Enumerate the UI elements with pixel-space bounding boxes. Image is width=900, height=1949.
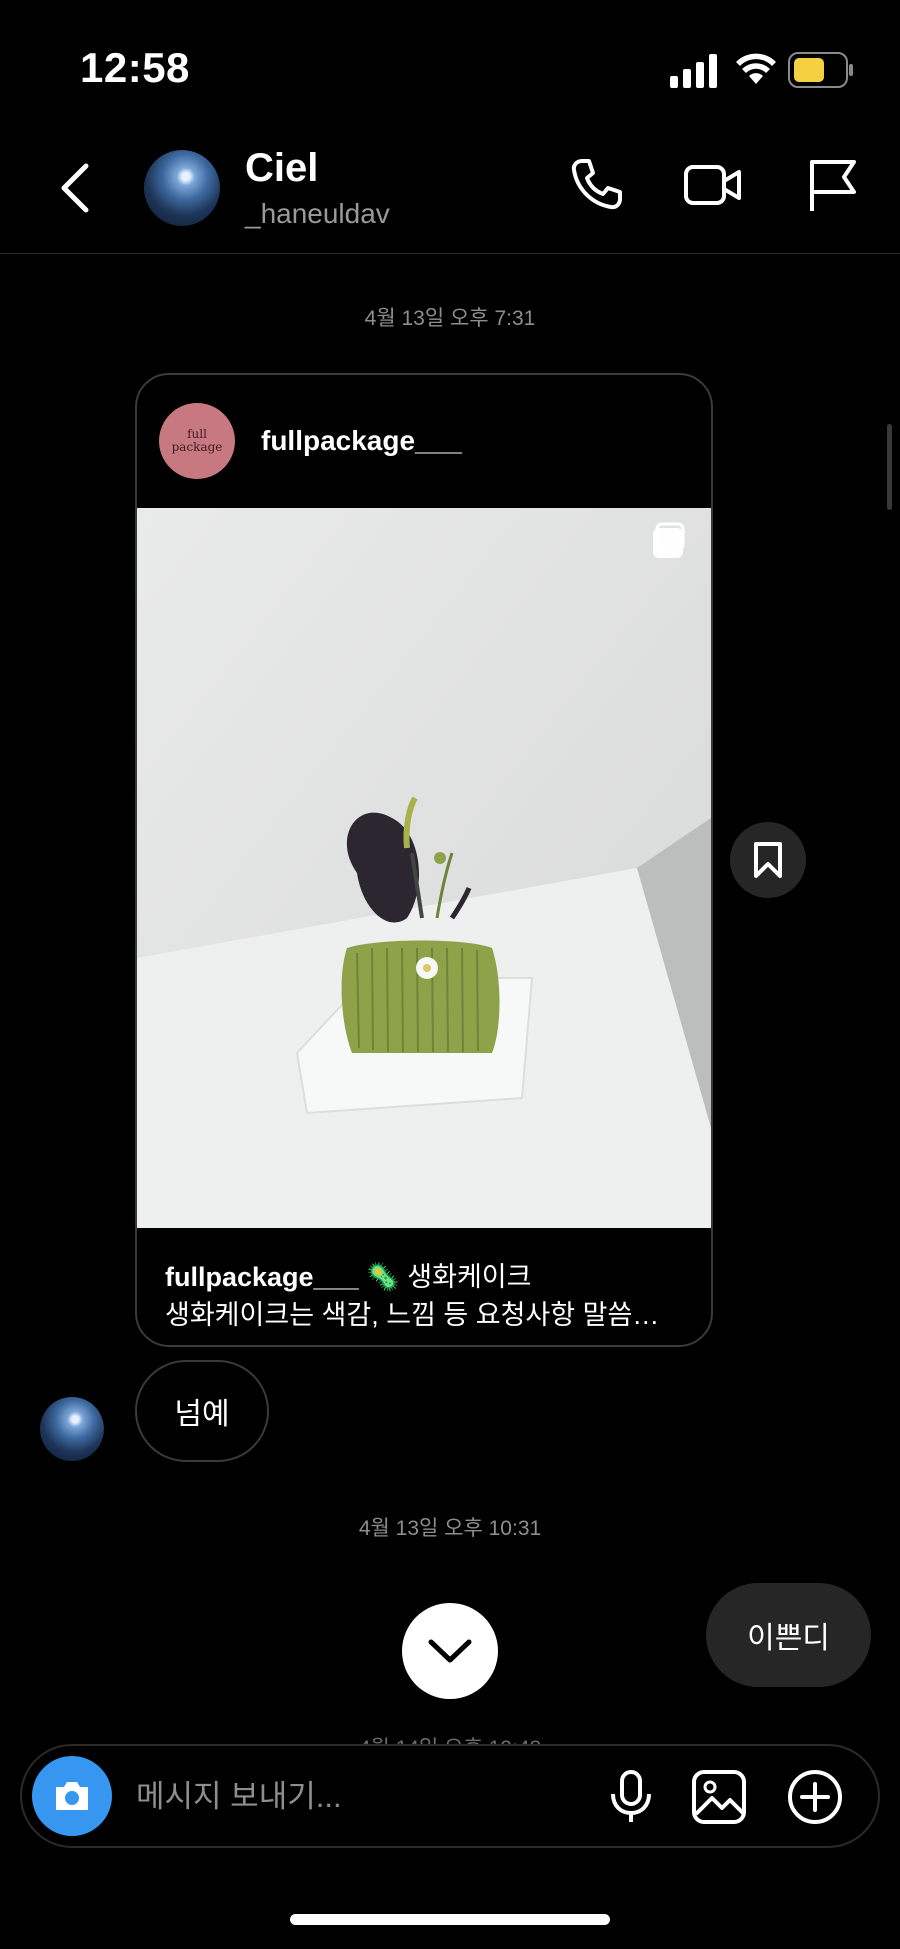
post-image[interactable] [137,508,711,1228]
contact-username[interactable]: _haneuldav [245,198,390,230]
scroll-to-bottom-button[interactable] [402,1603,498,1699]
bookmark-icon [754,842,782,878]
post-author-username[interactable]: fullpackage___ [261,425,462,457]
chevron-down-icon [428,1639,472,1663]
save-post-button[interactable] [730,822,806,898]
scrollbar[interactable] [887,424,892,510]
sender-avatar[interactable] [40,1397,104,1461]
cake-photo [137,508,711,1228]
caption-line2: 생화케이크는 색감, 느낌 등 요청사항 말씀… [165,1300,660,1330]
post-author-avatar[interactable]: full package [159,403,235,479]
incoming-message-bubble[interactable]: 넘예 [135,1360,269,1462]
back-chevron-icon[interactable] [56,160,96,216]
caption-emoji: 🦠 [366,1262,400,1292]
message-composer [20,1744,880,1848]
message-timestamp: 4월 13일 오후 10:31 [358,1517,542,1540]
caption-username: fullpackage___ [165,1262,359,1292]
phone-icon[interactable] [566,155,626,215]
contact-avatar[interactable] [144,150,220,226]
camera-button[interactable] [32,1756,112,1836]
flag-icon[interactable] [800,155,860,215]
wifi-icon [736,53,776,84]
message-input[interactable] [134,1770,598,1824]
battery-icon [788,52,853,88]
outgoing-message-bubble[interactable]: 이쁜디 [706,1583,871,1687]
header-divider [0,253,900,254]
contact-name[interactable]: Ciel [245,146,318,191]
plus-circle-icon[interactable] [786,1768,844,1826]
gallery-icon[interactable] [690,1768,748,1826]
avatar-logo-text: package [171,440,223,454]
caption-title: 생화케이크 [407,1262,532,1292]
camera-icon [56,1782,88,1810]
caption-line1: fullpackage___ 🦠 생화케이크 [165,1255,531,1294]
cellular-signal-icon [670,54,717,88]
video-call-icon[interactable] [683,155,743,215]
status-time: 12:58 [80,44,190,91]
home-indicator[interactable] [290,1914,610,1925]
message-timestamp: 4월 13일 오후 7:31 [364,307,536,330]
shared-post-card[interactable]: full package fullpackage___ fullpackage_… [135,373,713,1347]
microphone-icon[interactable] [602,1768,660,1826]
